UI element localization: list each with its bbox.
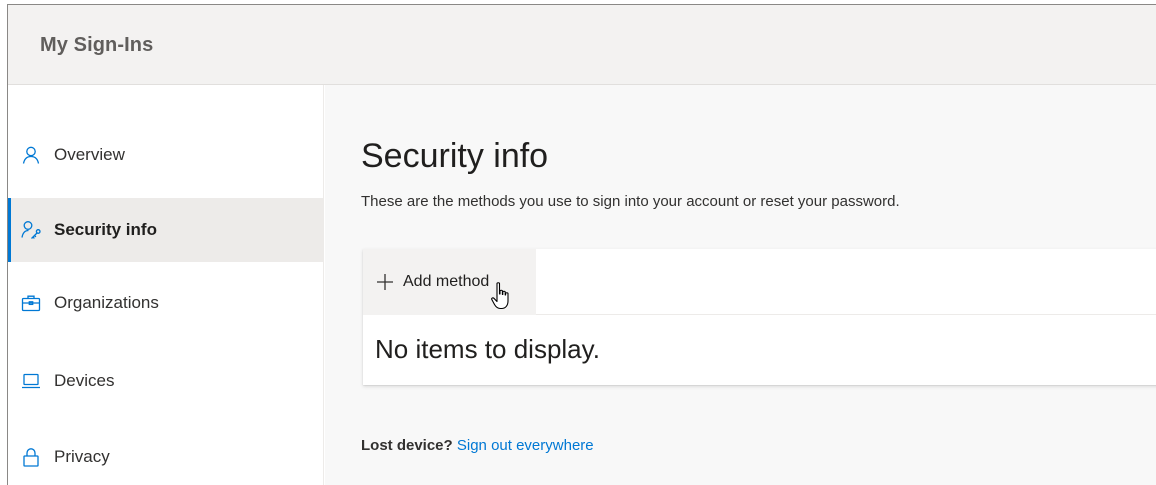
sidebar-item-label: Overview	[54, 145, 125, 164]
top-header: My Sign-Ins	[8, 5, 1156, 85]
briefcase-icon	[20, 292, 42, 314]
sidebar-item-privacy[interactable]: Privacy	[8, 425, 324, 485]
person-icon	[20, 144, 42, 166]
sign-out-everywhere-link[interactable]: Sign out everywhere	[457, 437, 594, 454]
sidebar-item-devices[interactable]: Devices	[8, 349, 324, 413]
sidebar-item-organizations[interactable]: Organizations	[8, 271, 324, 335]
main-content: Security info These are the methods you …	[325, 85, 1156, 485]
sidebar-item-overview[interactable]: Overview	[8, 123, 324, 187]
lock-icon	[20, 446, 42, 468]
sidebar-item-label: Organizations	[54, 293, 159, 312]
lost-device-row: Lost device? Sign out everywhere	[361, 437, 594, 454]
sidebar-nav: Overview Security info Organizations Dev…	[8, 85, 324, 485]
app-window: My Sign-Ins Overview Security info Organ…	[7, 4, 1156, 485]
add-method-button[interactable]: Add method	[363, 249, 536, 315]
sidebar-item-label: Security info	[54, 220, 157, 239]
plus-icon	[377, 274, 393, 290]
add-method-label: Add method	[403, 273, 490, 290]
lost-device-question: Lost device?	[361, 437, 453, 454]
app-title: My Sign-Ins	[40, 34, 154, 56]
sidebar-item-label: Devices	[54, 371, 115, 390]
page-subtitle: These are the methods you use to sign in…	[361, 193, 900, 210]
empty-state-text: No items to display.	[375, 334, 600, 364]
security-methods-card: Add method No items to display.	[363, 249, 1156, 385]
methods-toolbar: Add method	[363, 249, 1156, 315]
laptop-icon	[20, 370, 42, 392]
page-title: Security info	[361, 137, 549, 175]
sidebar-item-security-info[interactable]: Security info	[8, 198, 324, 262]
sidebar-item-label: Privacy	[54, 447, 110, 466]
security-person-key-icon	[20, 219, 42, 241]
